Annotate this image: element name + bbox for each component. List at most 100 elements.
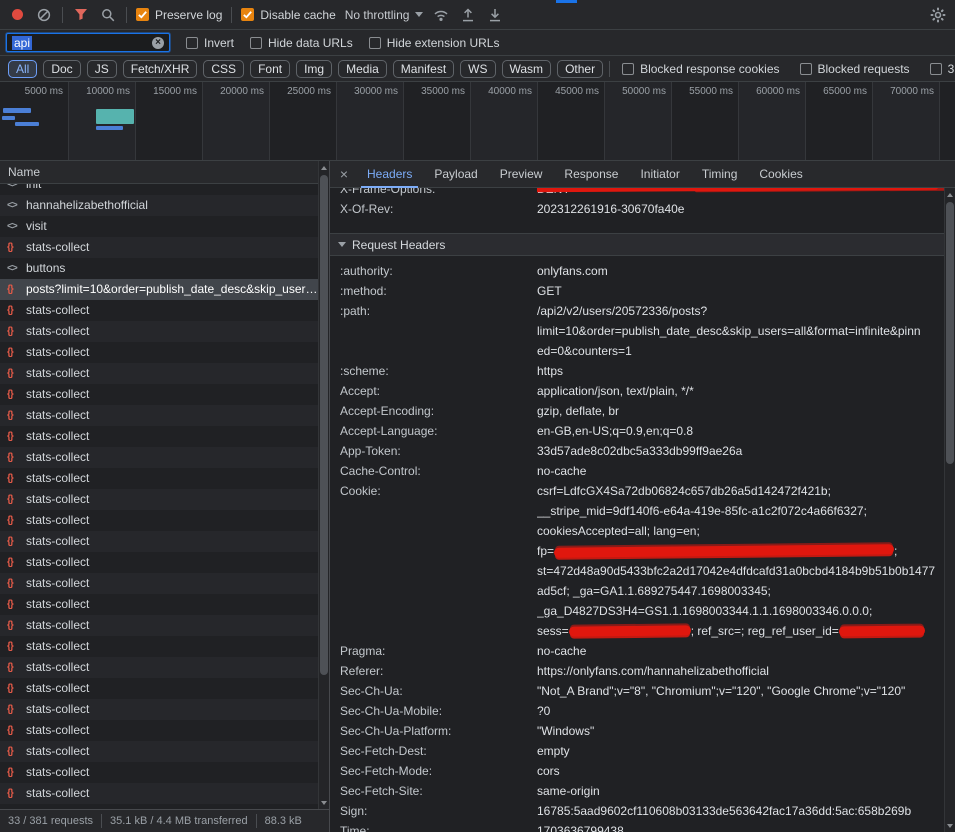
request-name: hannahelizabethofficial — [26, 198, 148, 212]
request-row[interactable]: {}stats-collect — [0, 363, 329, 384]
json-file-icon: {} — [7, 615, 13, 636]
chip-ws[interactable]: WS — [460, 60, 495, 78]
json-file-icon: {} — [7, 804, 13, 809]
request-row[interactable]: {}stats-collect — [0, 678, 329, 699]
request-row[interactable]: {}stats-collect — [0, 657, 329, 678]
clear-filter-icon[interactable]: × — [152, 37, 164, 49]
tab-payload[interactable]: Payload — [423, 161, 488, 188]
section-title: Request Headers — [352, 238, 445, 252]
header-name: Sec-Fetch-Mode: — [340, 761, 537, 781]
tab-initiator[interactable]: Initiator — [629, 161, 690, 188]
checkbox-blocked-response-cookies[interactable]: Blocked response cookies — [622, 62, 779, 76]
request-row[interactable]: {}stats-collect — [0, 531, 329, 552]
request-name: stats-collect — [26, 513, 89, 527]
scrollbar-thumb[interactable] — [946, 202, 954, 464]
request-row[interactable]: <>init — [0, 184, 329, 195]
request-row[interactable]: {}stats-collect — [0, 384, 329, 405]
close-icon[interactable]: × — [332, 166, 356, 182]
scroll-down-icon[interactable] — [945, 820, 955, 831]
request-row[interactable]: {}stats-collect — [0, 573, 329, 594]
request-row[interactable]: {}stats-collect — [0, 447, 329, 468]
header-value: application/json, text/plain, */* — [537, 381, 944, 401]
request-row[interactable]: {}stats-collect — [0, 405, 329, 426]
request-row[interactable]: {}posts?limit=10&order=publish_date_desc… — [0, 279, 329, 300]
request-row[interactable]: <>buttons — [0, 258, 329, 279]
preserve-log-checkbox[interactable]: Preserve log — [136, 8, 222, 22]
checkbox-blocked-requests[interactable]: Blocked requests — [800, 62, 910, 76]
request-headers-section-header[interactable]: Request Headers — [330, 233, 944, 256]
request-row[interactable]: {}stats-collect — [0, 741, 329, 762]
request-row[interactable]: {}stats-collect — [0, 237, 329, 258]
chip-font[interactable]: Font — [250, 60, 290, 78]
chip-doc[interactable]: Doc — [43, 60, 80, 78]
request-row[interactable]: <>hannahelizabethofficial — [0, 195, 329, 216]
network-conditions-button[interactable] — [432, 6, 450, 24]
chip-manifest[interactable]: Manifest — [393, 60, 454, 78]
timeline-tick-label: 50000 ms — [622, 86, 666, 97]
timeline-column — [940, 82, 955, 160]
filter-input[interactable]: api × — [6, 33, 170, 52]
request-row[interactable]: {}stats-collect — [0, 636, 329, 657]
chip-wasm[interactable]: Wasm — [502, 60, 552, 78]
scroll-up-icon[interactable] — [319, 162, 329, 173]
scrollbar-thumb[interactable] — [320, 175, 328, 675]
column-header-name[interactable]: Name — [0, 161, 329, 184]
tab-headers[interactable]: Headers — [356, 161, 423, 188]
request-row[interactable]: {}stats-collect — [0, 468, 329, 489]
search-icon — [101, 8, 115, 22]
request-row[interactable]: {}stats-collect — [0, 342, 329, 363]
request-row[interactable]: {}stats-collect — [0, 552, 329, 573]
header-name: Cookie: — [340, 481, 537, 641]
filter-toggle-button[interactable] — [72, 6, 90, 24]
chip-other[interactable]: Other — [557, 60, 603, 78]
request-row[interactable]: {}stats-collect — [0, 699, 329, 720]
export-har-button[interactable] — [459, 6, 477, 24]
tab-preview[interactable]: Preview — [489, 161, 554, 188]
header-name: Cache-Control: — [340, 461, 537, 481]
chip-all[interactable]: All — [8, 60, 37, 78]
request-row[interactable]: {}stats-collect — [0, 510, 329, 531]
checkbox-label: 3rd-party requests — [948, 62, 955, 76]
checkbox-hide-data-urls[interactable]: Hide data URLs — [250, 36, 353, 50]
request-row[interactable]: {}stats-collect — [0, 594, 329, 615]
request-row[interactable]: {}stats-collect — [0, 615, 329, 636]
request-row[interactable]: {}stats-collect — [0, 489, 329, 510]
import-har-button[interactable] — [486, 6, 504, 24]
network-main-area: Name <>init<>hannahelizabethofficial<>vi… — [0, 161, 955, 832]
request-row[interactable]: {}stats-collect — [0, 300, 329, 321]
details-scrollbar[interactable] — [944, 188, 955, 832]
record-button[interactable] — [8, 6, 26, 24]
request-row[interactable]: {}stats-collect — [0, 783, 329, 804]
json-file-icon: {} — [7, 237, 13, 258]
request-row[interactable]: {}stats-collect — [0, 426, 329, 447]
chip-fetch-xhr[interactable]: Fetch/XHR — [123, 60, 198, 78]
tab-cookies[interactable]: Cookies — [748, 161, 813, 188]
chip-img[interactable]: Img — [296, 60, 332, 78]
request-row[interactable]: {}stats-collect — [0, 720, 329, 741]
request-name: stats-collect — [26, 681, 89, 695]
scroll-up-icon[interactable] — [945, 189, 955, 200]
tab-response[interactable]: Response — [553, 161, 629, 188]
network-overview-timeline[interactable]: 5000 ms10000 ms15000 ms20000 ms25000 ms3… — [0, 82, 955, 161]
search-button[interactable] — [99, 6, 117, 24]
request-list-scrollbar[interactable] — [318, 161, 329, 809]
request-row[interactable]: <>visit — [0, 216, 329, 237]
tab-timing[interactable]: Timing — [691, 161, 749, 188]
throttling-dropdown[interactable]: No throttling — [345, 8, 424, 22]
settings-button[interactable] — [929, 6, 947, 24]
checkbox-invert[interactable]: Invert — [186, 36, 234, 50]
chip-media[interactable]: Media — [338, 60, 387, 78]
triangle-down-icon — [338, 242, 346, 247]
scroll-down-icon[interactable] — [319, 797, 329, 808]
clear-button[interactable] — [35, 6, 53, 24]
request-row[interactable]: {}stats-collect — [0, 804, 329, 809]
chip-css[interactable]: CSS — [203, 60, 244, 78]
request-row[interactable]: {}stats-collect — [0, 321, 329, 342]
checkbox-3rd-party-requests[interactable]: 3rd-party requests — [930, 62, 955, 76]
checkbox-hide-extension-urls[interactable]: Hide extension URLs — [369, 36, 500, 50]
request-row[interactable]: {}stats-collect — [0, 762, 329, 783]
disable-cache-checkbox[interactable]: Disable cache — [241, 8, 335, 22]
divider — [62, 7, 63, 23]
headers-content: X-Frame-Options:DENYX-Of-Rev:20231226191… — [330, 188, 955, 832]
chip-js[interactable]: JS — [87, 60, 117, 78]
